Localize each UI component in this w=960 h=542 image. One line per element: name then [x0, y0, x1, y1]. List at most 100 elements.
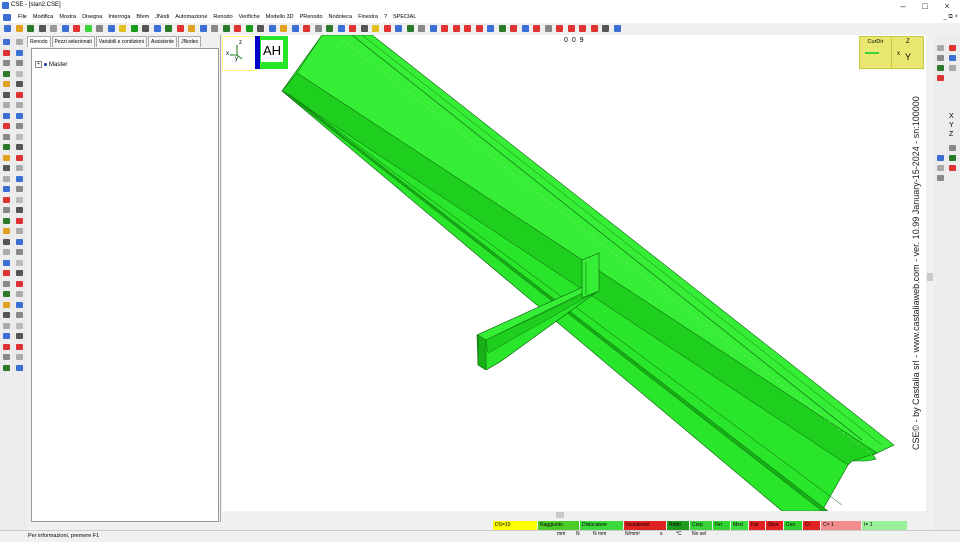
toolbar-tool-icon[interactable]: [498, 25, 506, 32]
side-tool-icon[interactable]: [16, 291, 23, 297]
side-tool-icon[interactable]: [3, 91, 10, 98]
side-tool-icon[interactable]: [3, 280, 10, 287]
side-tool-icon[interactable]: [3, 154, 10, 161]
toolbar-tool-icon[interactable]: [613, 25, 621, 32]
tree-node-master[interactable]: + Master: [35, 61, 67, 68]
side-tool-icon[interactable]: [3, 81, 10, 87]
right-tool-icon[interactable]: [937, 165, 944, 171]
side-tool-icon[interactable]: [16, 39, 23, 45]
menu-item-modello-3d[interactable]: Modello 3D: [266, 14, 294, 20]
tab-variabili-condizioni[interactable]: Variabili e condizioni: [95, 36, 147, 47]
side-tool-icon[interactable]: [16, 343, 23, 350]
right-tool-icon[interactable]: [937, 175, 944, 181]
right-tool-icon[interactable]: [937, 45, 944, 51]
menu-item-automazione[interactable]: Automazione: [175, 14, 207, 20]
toolbar-tool-icon[interactable]: [556, 25, 563, 32]
tab-jnodes[interactable]: JNodes: [178, 36, 202, 47]
side-tool-icon[interactable]: [16, 270, 23, 276]
side-tool-icon[interactable]: [3, 249, 10, 255]
side-tool-icon[interactable]: [16, 165, 23, 171]
right-tool-icon[interactable]: [949, 165, 956, 171]
toolbar-tool-icon[interactable]: [176, 25, 184, 32]
side-tool-icon[interactable]: [16, 322, 23, 329]
toolbar-tool-icon[interactable]: [119, 25, 126, 32]
toolbar-tool-icon[interactable]: [337, 25, 345, 32]
horizontal-scrollbar[interactable]: [222, 511, 926, 519]
side-tool-icon[interactable]: [16, 301, 23, 308]
menu-item-[interactable]: ?: [384, 14, 387, 20]
side-tool-icon[interactable]: [3, 343, 10, 350]
tree-expander-icon[interactable]: +: [35, 61, 42, 68]
close-button[interactable]: ×: [940, 1, 954, 11]
side-tool-icon[interactable]: [16, 81, 23, 87]
toolbar-tool-icon[interactable]: [38, 25, 46, 32]
side-tool-icon[interactable]: [16, 196, 23, 203]
toolbar-tool-icon[interactable]: [349, 25, 356, 32]
menu-item-special[interactable]: SPECIAL: [393, 14, 416, 20]
toolbar-tool-icon[interactable]: [544, 25, 552, 32]
side-tool-icon[interactable]: [16, 133, 23, 140]
menu-item-nodoteca[interactable]: Nodoteca: [329, 14, 353, 20]
side-tool-icon[interactable]: [16, 49, 23, 56]
document-icon[interactable]: [3, 14, 11, 21]
right-tool-icon[interactable]: [949, 155, 956, 161]
toolbar-tool-icon[interactable]: [27, 25, 34, 32]
side-tool-icon[interactable]: [16, 217, 23, 224]
side-tool-icon[interactable]: [3, 364, 10, 371]
toolbar-tool-icon[interactable]: [383, 25, 391, 32]
side-tool-icon[interactable]: [16, 364, 23, 371]
toolbar-tool-icon[interactable]: [418, 25, 425, 32]
side-tool-icon[interactable]: [3, 175, 10, 182]
side-tool-icon[interactable]: [3, 49, 10, 56]
menu-item-interroga[interactable]: Interroga: [108, 14, 130, 20]
3d-viewport[interactable]: z x y AH 0 0 9 CurDir Z x Y: [222, 35, 926, 511]
menu-item-prenodo[interactable]: PRenodo: [300, 14, 323, 20]
toolbar-tool-icon[interactable]: [395, 25, 402, 32]
curdir-box[interactable]: CurDir: [859, 36, 892, 69]
side-tool-icon[interactable]: [16, 144, 23, 150]
side-tool-icon[interactable]: [3, 238, 10, 245]
side-tool-icon[interactable]: [16, 249, 23, 255]
toolbar-tool-icon[interactable]: [406, 25, 414, 32]
menu-item-verifiche[interactable]: Verifiche: [239, 14, 260, 20]
toolbar-tool-icon[interactable]: [107, 25, 115, 32]
toolbar-tool-icon[interactable]: [533, 25, 540, 32]
side-tool-icon[interactable]: [3, 123, 10, 129]
side-tool-icon[interactable]: [3, 259, 10, 266]
side-tool-icon[interactable]: [16, 186, 23, 192]
right-tool-icon[interactable]: [937, 55, 944, 61]
menu-item-finestra[interactable]: Finestra: [358, 14, 378, 20]
side-tool-icon[interactable]: [16, 312, 23, 318]
model-tree[interactable]: + Master: [31, 48, 219, 522]
toolbar-tool-icon[interactable]: [73, 25, 80, 32]
side-tool-icon[interactable]: [3, 301, 10, 308]
side-tool-icon[interactable]: [3, 133, 10, 140]
menu-item-jnodi[interactable]: JNodi: [155, 14, 169, 20]
right-tool-icon[interactable]: [949, 65, 956, 71]
side-tool-icon[interactable]: [16, 259, 23, 266]
side-tool-icon[interactable]: [16, 123, 23, 129]
toolbar-tool-icon[interactable]: [61, 25, 69, 32]
side-tool-icon[interactable]: [16, 333, 23, 339]
toolbar-tool-icon[interactable]: [291, 25, 299, 32]
side-tool-icon[interactable]: [16, 207, 23, 213]
tab-assistente[interactable]: Assistente: [147, 36, 178, 47]
toolbar-tool-icon[interactable]: [326, 25, 333, 32]
toolbar-tool-icon[interactable]: [211, 25, 218, 32]
side-tool-icon[interactable]: [3, 165, 10, 171]
side-tool-icon[interactable]: [16, 280, 23, 287]
toolbar-tool-icon[interactable]: [199, 25, 207, 32]
menu-item-bfem[interactable]: Bfem: [136, 14, 149, 20]
side-tool-icon[interactable]: [16, 91, 23, 98]
toolbar-tool-icon[interactable]: [142, 25, 149, 32]
toolbar-tool-icon[interactable]: [510, 25, 517, 32]
right-tool-icon[interactable]: [949, 45, 956, 51]
side-tool-icon[interactable]: [3, 333, 10, 339]
toolbar-tool-icon[interactable]: [268, 25, 276, 32]
menu-item-disegna[interactable]: Disegna: [82, 14, 102, 20]
toolbar-tool-icon[interactable]: [567, 25, 575, 32]
right-axis-z[interactable]: Z: [949, 131, 953, 138]
toolbar-tool-icon[interactable]: [188, 25, 195, 32]
toolbar-tool-icon[interactable]: [314, 25, 322, 32]
vertical-scrollbar[interactable]: [926, 35, 934, 511]
